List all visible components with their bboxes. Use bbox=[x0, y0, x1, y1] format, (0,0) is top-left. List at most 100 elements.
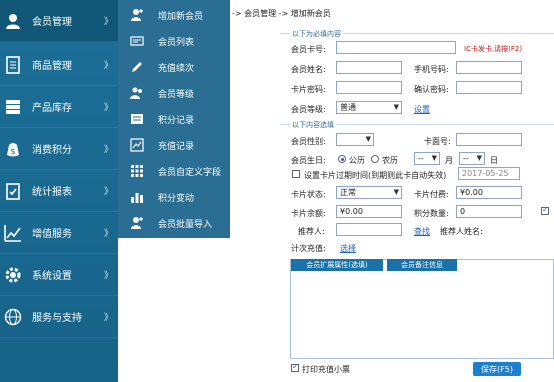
nav-item-inventory[interactable]: 产品库存 》 bbox=[0, 86, 118, 128]
nav-item-value-added[interactable]: 增值服务 》 bbox=[0, 212, 118, 254]
points-icon bbox=[131, 114, 143, 124]
tab-extended-attributes[interactable]: 会员扩展属性(选填) bbox=[291, 259, 383, 271]
day-value: -- bbox=[463, 154, 469, 163]
month-select[interactable]: -- ▼ bbox=[414, 152, 440, 165]
referrer-input[interactable] bbox=[336, 223, 402, 236]
svg-text:$: $ bbox=[10, 147, 15, 156]
solar-label: 公历 bbox=[349, 156, 365, 165]
solar-radio[interactable] bbox=[338, 155, 346, 163]
print-receipt-checkbox[interactable] bbox=[291, 362, 299, 372]
expire-date-input[interactable]: 2017-05-25 bbox=[458, 167, 520, 180]
phone-label: 手机号码: bbox=[414, 65, 449, 74]
submenu-item-member-list[interactable]: 会员列表 bbox=[118, 28, 230, 54]
gear-icon bbox=[5, 267, 21, 283]
lunar-radio[interactable] bbox=[371, 155, 379, 163]
balance-input[interactable]: ¥0.00 bbox=[336, 205, 402, 218]
required-section-header: 以下为必填内容 bbox=[290, 29, 343, 39]
gender-select[interactable]: ▼ bbox=[336, 133, 374, 146]
card-face-input[interactable] bbox=[456, 133, 522, 146]
status-select[interactable]: 正常 ▼ bbox=[336, 186, 402, 199]
expire-checkbox[interactable] bbox=[292, 170, 300, 178]
recharge-label: 计次充值: bbox=[291, 244, 326, 253]
pen-icon bbox=[132, 62, 142, 72]
main-nav: 会员管理 》 商品管理 》 产品库存 》 $ 消费积分 》 统计报表 》 增值服… bbox=[0, 0, 118, 382]
nav-item-goods[interactable]: 商品管理 》 bbox=[0, 44, 118, 86]
level-label: 会员等级: bbox=[291, 105, 326, 114]
extra-info-panel bbox=[290, 259, 554, 359]
optional-section-header: 以下内容选填 bbox=[290, 120, 336, 130]
birthday-label: 会员生日: bbox=[291, 156, 326, 165]
phone-input[interactable] bbox=[456, 61, 522, 74]
nav-label: 统计报表 bbox=[32, 187, 72, 198]
submenu-item-recharge-log[interactable]: 充值记录 bbox=[118, 132, 230, 158]
day-label: 日 bbox=[490, 156, 498, 165]
submenu-item-add-member[interactable]: 增加新会员 bbox=[118, 2, 230, 28]
globe-icon bbox=[4, 308, 22, 326]
nav-item-reports[interactable]: 统计报表 》 bbox=[0, 170, 118, 212]
chevron-down-icon: ▼ bbox=[393, 103, 399, 111]
nav-label: 增值服务 bbox=[32, 229, 72, 240]
recharge-select-link[interactable]: 选择 bbox=[340, 243, 356, 254]
print-receipt-label: 打印充值小票 bbox=[302, 365, 350, 374]
confirm-password-input[interactable] bbox=[456, 81, 522, 94]
nav-item-settings[interactable]: 系统设置 》 bbox=[0, 254, 118, 296]
status-value: 正常 bbox=[340, 188, 356, 197]
report-icon bbox=[6, 183, 20, 200]
name-input[interactable] bbox=[336, 61, 402, 74]
level-value: 普通 bbox=[340, 103, 356, 112]
chevron-right-icon: 》 bbox=[104, 313, 114, 323]
day-select[interactable]: -- ▼ bbox=[459, 152, 485, 165]
nav-item-support[interactable]: 服务与支持 》 bbox=[0, 296, 118, 338]
breadcrumb: -> 会员管理 -> 增加新会员 bbox=[232, 9, 331, 18]
referrer-label: 推荐人: bbox=[298, 227, 325, 236]
chevron-down-icon: ▼ bbox=[431, 154, 437, 162]
inventory-icon bbox=[6, 100, 20, 114]
points-checkbox[interactable] bbox=[541, 205, 549, 215]
submenu-label: 积分记录 bbox=[158, 115, 195, 126]
find-referrer-link[interactable]: 查找 bbox=[414, 226, 430, 237]
users-icon bbox=[130, 87, 142, 99]
password-label: 卡片密码: bbox=[291, 85, 326, 94]
password-input[interactable] bbox=[336, 81, 402, 94]
level-select[interactable]: 普通 ▼ bbox=[336, 101, 402, 114]
expire-label: 设置卡片过期时间(到期则此卡自动失效) bbox=[304, 171, 447, 180]
submenu-label: 会员自定义字段 bbox=[158, 167, 222, 178]
chevron-right-icon: 》 bbox=[104, 61, 114, 71]
submenu-item-custom-fields[interactable]: 会员自定义字段 bbox=[118, 158, 230, 184]
tab-remarks[interactable]: 会员备注信息 bbox=[387, 259, 457, 271]
balance-label: 卡片余额: bbox=[291, 209, 326, 218]
nav-item-member[interactable]: 会员管理 》 bbox=[0, 0, 118, 42]
bar-chart-icon bbox=[131, 193, 143, 203]
chevron-right-icon: 》 bbox=[104, 271, 114, 281]
submenu-label: 充值续次 bbox=[158, 63, 195, 74]
chevron-right-icon: 》 bbox=[104, 145, 114, 155]
money-icon: $ bbox=[7, 143, 19, 157]
nav-label: 系统设置 bbox=[32, 271, 72, 282]
submenu-item-recharge[interactable]: 充值续次 bbox=[118, 54, 230, 80]
nav-label: 商品管理 bbox=[32, 61, 72, 72]
points-input[interactable]: 0 bbox=[456, 205, 522, 218]
chevron-right-icon: 》 bbox=[104, 17, 114, 27]
level-setting-link[interactable]: 设置 bbox=[414, 104, 430, 115]
fee-input[interactable]: ¥0.00 bbox=[456, 186, 522, 199]
chevron-down-icon: ▼ bbox=[365, 135, 371, 143]
submenu-item-member-level[interactable]: 会员等级 bbox=[118, 80, 230, 106]
card-no-input[interactable] bbox=[336, 41, 456, 54]
chevron-right-icon: 》 bbox=[104, 229, 114, 239]
submenu-label: 会员等级 bbox=[158, 89, 195, 100]
submenu-item-points-change[interactable]: 积分变动 bbox=[118, 184, 230, 210]
status-label: 卡片状态: bbox=[291, 190, 326, 199]
app-window: 会员管理 》 商品管理 》 产品库存 》 $ 消费积分 》 统计报表 》 增值服… bbox=[0, 0, 554, 382]
points-label: 积分数量: bbox=[414, 209, 449, 218]
month-value: -- bbox=[418, 154, 424, 163]
submenu-item-points-log[interactable]: 积分记录 bbox=[118, 106, 230, 132]
goods-icon bbox=[6, 56, 20, 74]
import-user-icon bbox=[131, 217, 143, 229]
submenu-item-batch-import[interactable]: 会员批量导入 bbox=[118, 210, 230, 236]
nav-item-points[interactable]: $ 消费积分 》 bbox=[0, 128, 118, 170]
submenu-label: 积分变动 bbox=[158, 193, 195, 204]
card-face-label: 卡面号: bbox=[424, 137, 451, 146]
member-submenu: 增加新会员 会员列表 充值续次 会员等级 积分记录 充值记录 会员自定义字段 积… bbox=[118, 0, 230, 238]
save-button[interactable]: 保存(F5) bbox=[473, 362, 521, 376]
referrer-name-label: 推荐人姓名: bbox=[440, 227, 483, 236]
